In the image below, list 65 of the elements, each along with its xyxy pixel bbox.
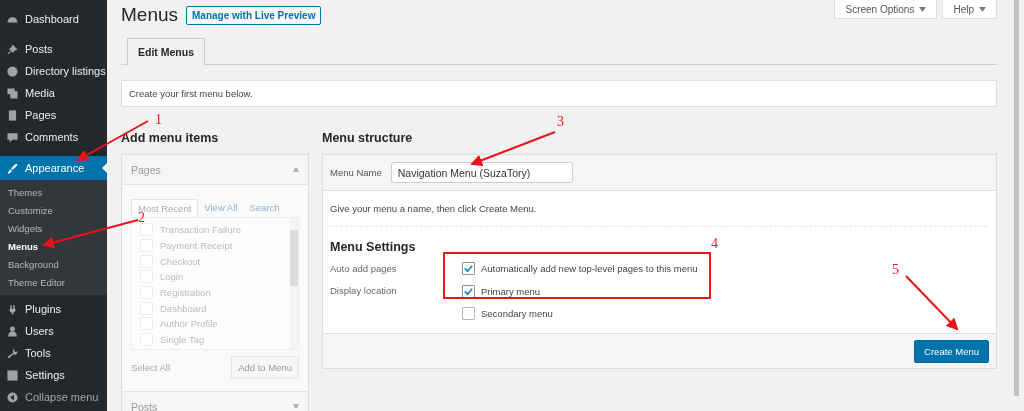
settings-heading: Menu Settings <box>330 240 416 254</box>
sidebar-item[interactable]: Posts <box>0 38 107 60</box>
field-label: Menu Name <box>330 167 382 178</box>
annotation-number: 5 <box>892 262 899 277</box>
setting-label: Auto add pages <box>330 262 398 276</box>
annotation-arrow <box>905 275 959 331</box>
submenu-item[interactable]: Background <box>0 256 107 274</box>
sidebar-item[interactable]: Media <box>0 82 107 104</box>
collapse-icon <box>6 390 19 404</box>
collapse-menu-button[interactable]: Collapse menu <box>0 386 107 408</box>
option-label: Secondary menu <box>481 307 553 319</box>
brush-icon <box>6 161 19 175</box>
page-label: Checkout <box>160 255 201 267</box>
caret-icon <box>979 6 986 12</box>
sidebar-item[interactable]: Comments <box>0 126 107 148</box>
page-label: Registration <box>160 287 211 299</box>
up-caret-icon <box>293 167 299 172</box>
notice-text: Create your first menu below. <box>129 88 253 99</box>
speech-bubble-icon <box>6 130 19 144</box>
page-title: Menus <box>121 4 179 26</box>
annotation-number: 1 <box>155 112 162 127</box>
checkbox[interactable] <box>462 306 475 320</box>
sidebar-item[interactable]: Pages <box>0 104 107 126</box>
live-preview-button[interactable]: Manage with Live Preview <box>186 5 322 25</box>
submenu-item[interactable]: Customize <box>0 202 107 220</box>
page-label: Transaction Failure <box>160 224 241 236</box>
sidebar-item[interactable]: Plugins <box>0 298 107 320</box>
hint-text: Give your menu a name, then click Create Menu. <box>330 191 987 227</box>
checkbox[interactable] <box>462 261 475 275</box>
wrench-icon <box>6 346 19 360</box>
menu-name-field[interactable]: Navigation Menu (SuzaTory) <box>390 162 573 183</box>
annotation-number: 4 <box>711 236 718 251</box>
sidebar-item[interactable]: Users <box>0 320 107 342</box>
page-label: Dashboard <box>160 302 207 314</box>
sidebar-item[interactable]: Dashboard <box>0 8 107 30</box>
help-button[interactable]: Help <box>942 0 997 19</box>
option-label: Primary menu <box>481 285 541 297</box>
section-heading: Add menu items <box>121 131 220 145</box>
page-label: Login <box>160 271 184 283</box>
option-label: Automatically add new top-level pages to this menu <box>481 262 698 274</box>
submenu-item[interactable]: Widgets <box>0 220 107 238</box>
submenu-item[interactable]: Themes <box>0 184 107 202</box>
submenu-item[interactable]: Menus <box>0 238 107 256</box>
create-menu-button[interactable]: Create Menu <box>914 339 989 363</box>
page-label: Author Profile <box>160 318 218 330</box>
submenu-item[interactable]: Theme Editor <box>0 274 107 292</box>
annotation-number: 3 <box>557 114 564 129</box>
sidebar-item[interactable]: Settings <box>0 364 107 386</box>
sidebar-item[interactable]: Directory listings <box>0 60 107 82</box>
sidebar-item[interactable]: Tools <box>0 342 107 364</box>
photo-icon <box>6 86 19 100</box>
pin-icon <box>6 42 19 56</box>
section-heading: Menu structure <box>322 131 414 145</box>
down-caret-icon <box>293 404 299 409</box>
caret-icon <box>919 6 927 12</box>
page-icon <box>6 108 19 122</box>
setting-label: Display location <box>330 284 398 298</box>
screen-options-button[interactable]: Screen Options <box>834 0 938 19</box>
sidebar-item[interactable]: Appearance <box>0 156 107 180</box>
page-label: Single Tag <box>160 334 205 346</box>
edit-tab[interactable]: Edit Menus <box>127 38 205 65</box>
person-icon <box>6 324 19 338</box>
checkbox[interactable] <box>462 284 475 298</box>
page-label: Payment Receipt <box>160 240 233 252</box>
scrollbar[interactable] <box>290 218 298 349</box>
